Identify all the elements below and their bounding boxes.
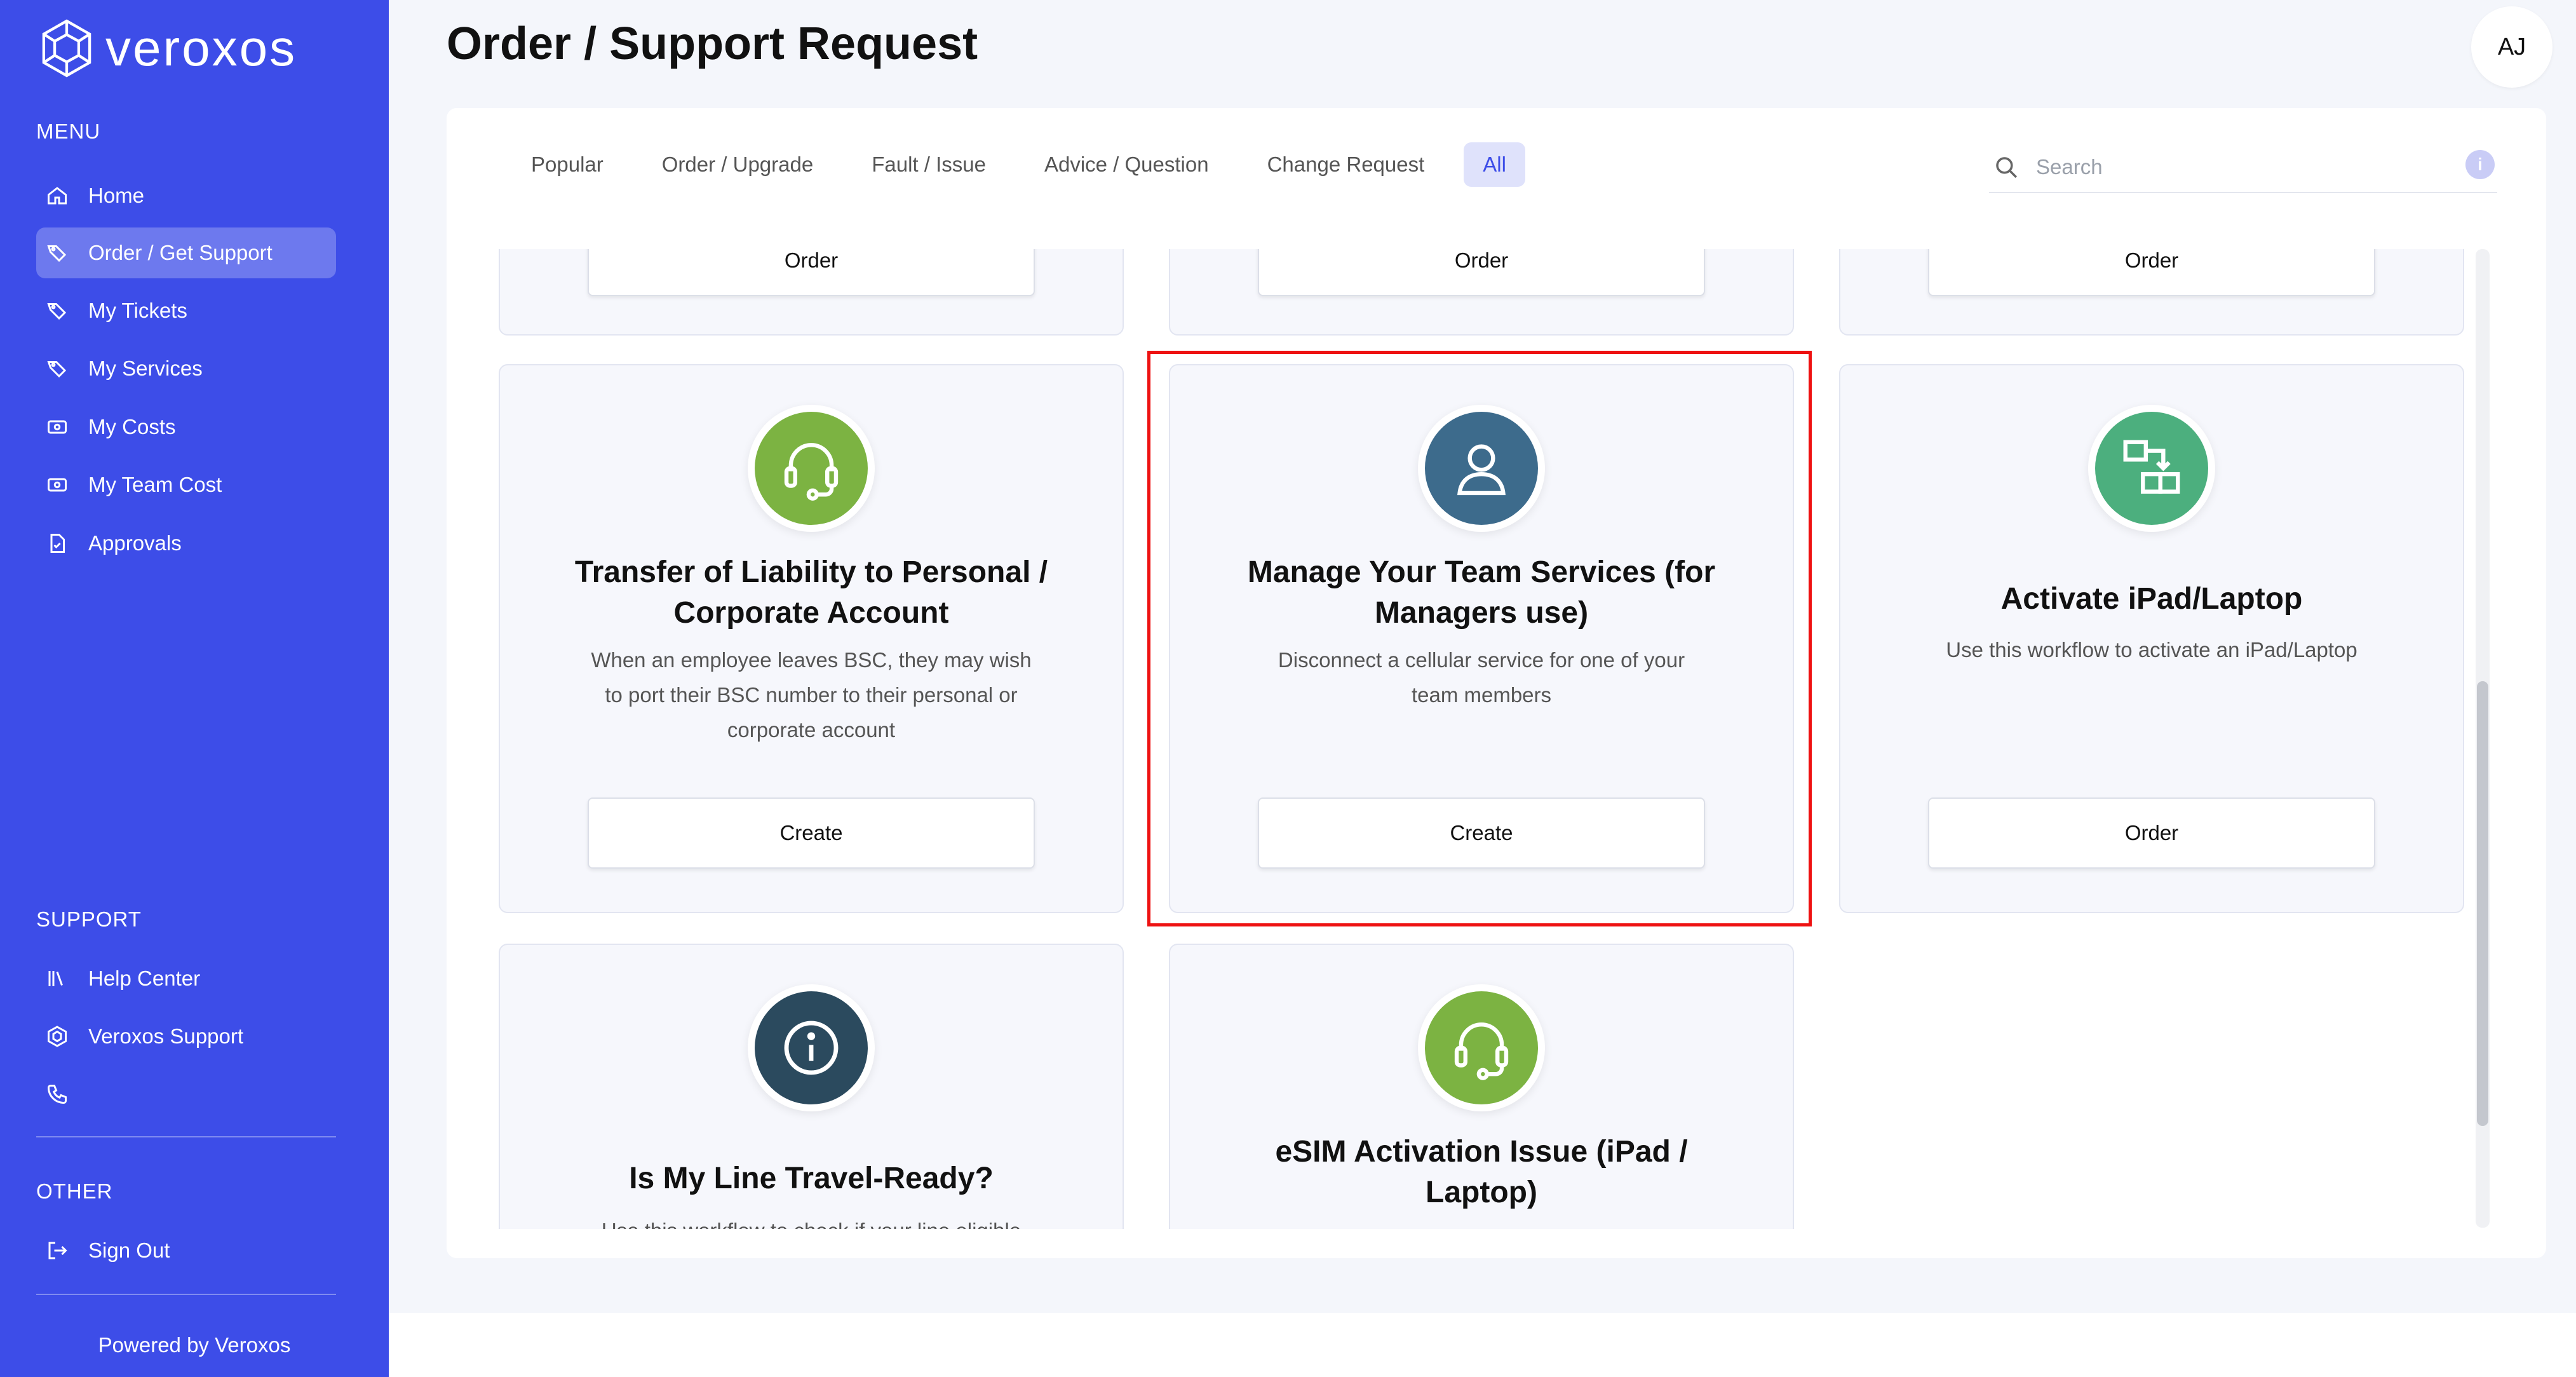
card-icon-wrapper (1418, 984, 1545, 1111)
books-icon (45, 967, 69, 991)
card-description: Use this workflow to check if your line … (576, 1213, 1046, 1229)
sidebar-item-label: My Costs (88, 415, 176, 438)
search-bar (1989, 142, 2497, 193)
search-input[interactable] (2035, 154, 2418, 180)
headset-icon (1425, 991, 1538, 1104)
sidebar-item-phone[interactable] (36, 1069, 336, 1120)
service-card: Order (1169, 249, 1794, 336)
hexagon-logo-icon (42, 19, 91, 78)
sidebar-item-my-services[interactable]: My Services (36, 343, 336, 394)
tab-advice-question[interactable]: Advice / Question (1025, 142, 1228, 187)
brand-logo[interactable]: veroxos (39, 18, 297, 79)
order-button[interactable]: Order (1258, 249, 1705, 296)
sidebar-item-label: Approvals (88, 531, 182, 555)
create-button[interactable]: Create (1258, 797, 1705, 869)
service-card-transfer-liability: Transfer of Liability to Personal / Corp… (499, 364, 1124, 913)
tab-fault-issue[interactable]: Fault / Issue (853, 142, 1005, 187)
sidebar-divider (36, 1136, 336, 1137)
scrollbar-thumb[interactable] (2477, 681, 2488, 1126)
sidebar-item-label: Order / Get Support (88, 241, 273, 264)
other-section-title: OTHER (36, 1179, 113, 1203)
home-icon (45, 184, 69, 208)
info-icon[interactable]: i (2465, 150, 2495, 179)
tag-icon (45, 356, 69, 381)
tab-popular[interactable]: Popular (512, 142, 623, 187)
sidebar-item-approvals[interactable]: Approvals (36, 518, 336, 569)
sidebar-item-home[interactable]: Home (36, 170, 336, 221)
sidebar-item-help-center[interactable]: Help Center (36, 953, 336, 1004)
sign-out-icon (45, 1238, 69, 1263)
sidebar-item-label: My Tickets (88, 299, 187, 322)
card-icon-wrapper (748, 984, 875, 1111)
card-icon-wrapper (1418, 405, 1545, 532)
user-icon (1425, 412, 1538, 525)
workflow-icon (2095, 412, 2208, 525)
sidebar-item-label: My Team Cost (88, 473, 222, 496)
search-icon (1996, 157, 2017, 178)
service-card-activate-ipad: Activate iPad/Laptop Use this workflow t… (1839, 364, 2464, 913)
card-title: eSIM Activation Issue (iPad / Laptop) (1275, 1135, 1688, 1209)
sidebar-item-my-team-cost[interactable]: My Team Cost (36, 459, 336, 510)
avatar[interactable]: AJ (2471, 6, 2552, 88)
sidebar-item-label: Help Center (88, 967, 201, 990)
service-card: Order (499, 249, 1124, 336)
sidebar: veroxos MENU Home Order / Get Support My… (0, 0, 389, 1377)
order-button[interactable]: Order (1928, 797, 2375, 869)
service-card-esim-issue: eSIM Activation Issue (iPad / Laptop) (1169, 944, 1794, 1229)
card-title: Manage Your Team Services (for Managers … (1247, 555, 1716, 630)
headset-icon (755, 412, 868, 525)
service-card: Order (1839, 249, 2464, 336)
tab-order-upgrade[interactable]: Order / Upgrade (643, 142, 832, 187)
order-button[interactable]: Order (588, 249, 1035, 296)
sidebar-item-label: Home (88, 184, 145, 207)
sidebar-divider (36, 1294, 336, 1295)
category-tabs: Popular Order / Upgrade Fault / Issue Ad… (512, 142, 1546, 187)
card-description: When an employee leaves BSC, they may wi… (591, 648, 1032, 742)
card-title: Is My Line Travel-Ready? (629, 1162, 994, 1195)
page-title: Order / Support Request (447, 18, 978, 69)
create-button[interactable]: Create (588, 797, 1035, 869)
tag-icon (45, 241, 69, 265)
sidebar-item-my-tickets[interactable]: My Tickets (36, 285, 336, 336)
support-section-title: SUPPORT (36, 907, 142, 931)
order-button[interactable]: Order (1928, 249, 2375, 296)
card-title: Activate iPad/Laptop (2000, 582, 2303, 616)
card-description: Use this workflow to activate an iPad/La… (1946, 638, 2357, 661)
sidebar-item-my-costs[interactable]: My Costs (36, 402, 336, 452)
menu-section-title: MENU (36, 119, 101, 143)
footer-area (389, 1313, 2576, 1377)
sidebar-item-label: Veroxos Support (88, 1024, 243, 1048)
service-card-travel-ready: Is My Line Travel-Ready? Use this workfl… (499, 944, 1124, 1229)
hexagon-icon (45, 1024, 69, 1048)
brand-name: veroxos (105, 20, 297, 76)
tab-change-request[interactable]: Change Request (1248, 142, 1444, 187)
powered-by: Powered by Veroxos (98, 1333, 291, 1357)
card-grid: Order Order Order Transfer of Liability … (447, 249, 2473, 1229)
sidebar-item-sign-out[interactable]: Sign Out (36, 1225, 336, 1276)
card-icon-wrapper (748, 405, 875, 532)
service-card-manage-team: Manage Your Team Services (for Managers … (1169, 364, 1794, 913)
cash-icon (45, 415, 69, 439)
tab-all[interactable]: All (1464, 142, 1525, 187)
info-icon (755, 991, 868, 1104)
tag-icon (45, 299, 69, 323)
sidebar-item-order-get-support[interactable]: Order / Get Support (36, 227, 336, 278)
document-icon (45, 531, 69, 555)
phone-icon (45, 1082, 69, 1106)
card-description: Disconnect a cellular service for one of… (1278, 648, 1685, 707)
sidebar-item-label: My Services (88, 356, 203, 380)
sidebar-item-veroxos-support[interactable]: Veroxos Support (36, 1011, 336, 1062)
cash-icon (45, 473, 69, 497)
card-title: Transfer of Liability to Personal / Corp… (574, 555, 1048, 630)
card-icon-wrapper (2088, 405, 2215, 532)
sidebar-item-label: Sign Out (88, 1238, 170, 1262)
